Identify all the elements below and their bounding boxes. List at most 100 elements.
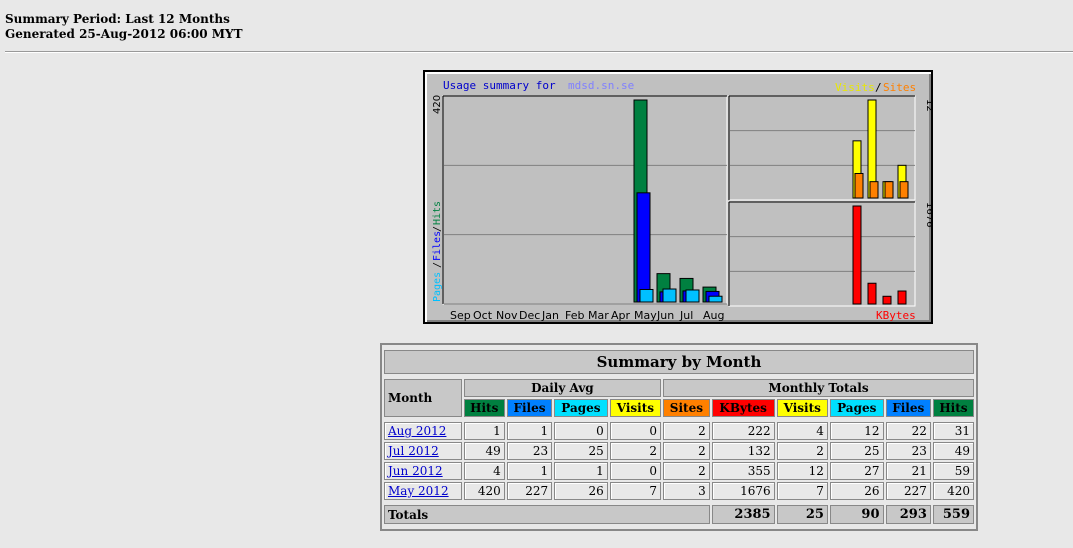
total-cell: 559 (932, 505, 974, 524)
value-cell: 7 (609, 482, 662, 500)
summary-period: Summary Period: Last 12 Months (5, 12, 230, 26)
files-bar (636, 192, 651, 303)
value-cell: 0 (554, 422, 608, 440)
value-cell: 49 (463, 442, 505, 460)
value-cell: 25 (554, 442, 608, 460)
value-cell: 2 (609, 442, 662, 460)
value-cell: 355 (711, 462, 775, 480)
value-cell: 12 (776, 462, 828, 480)
sites-bar (884, 181, 894, 199)
kbytes-bar (897, 290, 907, 305)
month-label: Sep (450, 309, 471, 322)
month-cell: Jun 2012 (384, 462, 462, 480)
totals-label: Totals (384, 505, 710, 524)
month-label: Dec (519, 309, 540, 322)
value-cell: 7 (776, 482, 828, 500)
table-row: Aug 2012 1 1 0 0 2 222 4 12 22 31 (384, 422, 974, 440)
kbytes-bar (882, 295, 892, 305)
value-cell: 26 (829, 482, 884, 500)
value-cell: 2 (663, 422, 710, 440)
value-cell: 1 (506, 422, 553, 440)
total-cell: 25 (776, 505, 828, 524)
left-label-hits: Hits (432, 201, 443, 225)
col-header-hits-9: Hits (932, 399, 974, 417)
value-cell: 1 (506, 462, 553, 480)
daily-avg-header: Daily Avg (463, 379, 662, 397)
legend-sep: / (875, 81, 882, 94)
pages-bar (662, 288, 677, 303)
col-header-sites-4: Sites (663, 399, 710, 417)
month-link[interactable]: Jun 2012 (388, 464, 443, 478)
summary-by-month-table: Summary by Month Month Daily Avg Monthly… (380, 343, 978, 531)
value-cell: 23 (885, 442, 931, 460)
legend-sites: Sites (883, 81, 916, 94)
value-cell: 22 (885, 422, 931, 440)
value-cell: 25 (829, 442, 884, 460)
kbytes-label: KBytes (876, 309, 916, 322)
value-cell: 3 (663, 482, 710, 500)
month-link[interactable]: Jul 2012 (388, 444, 439, 458)
value-cell: 2 (663, 442, 710, 460)
value-cell: 4 (776, 422, 828, 440)
value-cell: 1 (554, 462, 608, 480)
total-cell: 293 (885, 505, 931, 524)
value-cell: 0 (609, 422, 662, 440)
right-top-axis-max-label: 12 (924, 99, 931, 112)
col-header-pages-2: Pages (554, 399, 608, 417)
value-cell: 59 (932, 462, 974, 480)
right-bottom-axis-max-label: 1676 (924, 202, 931, 227)
col-header-hits-0: Hits (463, 399, 505, 417)
month-link[interactable]: May 2012 (388, 484, 449, 498)
month-label: Oct (473, 309, 493, 322)
col-header-visits-3: Visits (609, 399, 662, 417)
month-header: Month (384, 379, 462, 417)
generated-date: Generated 25-Aug-2012 06:00 MYT (5, 27, 243, 41)
total-cell: 90 (829, 505, 884, 524)
chart-title: Usage summary for (443, 79, 556, 92)
value-cell: 26 (554, 482, 608, 500)
month-link[interactable]: Aug 2012 (388, 424, 446, 438)
usage-chart: Usage summary for mdsd.sn.se Visits / Sites 4… (423, 70, 933, 324)
left-axis-max-label: 420 (432, 95, 443, 114)
value-cell: 0 (609, 462, 662, 480)
chart-site-name: mdsd.sn.se (568, 79, 634, 92)
table-row: Jun 2012 4 1 1 0 2 355 12 27 21 59 (384, 462, 974, 480)
month-label: Nov (496, 309, 518, 322)
value-cell: 132 (711, 442, 775, 460)
value-cell: 227 (885, 482, 931, 500)
kbytes-panel (728, 201, 916, 307)
value-cell: 1 (463, 422, 505, 440)
value-cell: 31 (932, 422, 974, 440)
value-cell: 222 (711, 422, 775, 440)
value-cell: 23 (506, 442, 553, 460)
monthly-totals-header: Monthly Totals (663, 379, 974, 397)
left-label-files: Files (432, 231, 443, 261)
pages-bar (685, 289, 700, 303)
divider (5, 51, 1073, 53)
month-label: Jan (541, 309, 559, 322)
col-header-kbytes-5: KBytes (711, 399, 775, 417)
month-cell: May 2012 (384, 482, 462, 500)
pages-bar (639, 288, 654, 303)
value-cell: 420 (463, 482, 505, 500)
value-cell: 2 (663, 462, 710, 480)
value-cell: 4 (463, 462, 505, 480)
usage-chart-svg: Usage summary for mdsd.sn.se Visits / Sites4… (432, 79, 931, 322)
left-label-sep: / (432, 262, 443, 268)
month-cell: Jul 2012 (384, 442, 462, 460)
month-label: Mar (588, 309, 609, 322)
sites-bar (899, 181, 909, 199)
col-header-files-8: Files (885, 399, 931, 417)
value-cell: 27 (829, 462, 884, 480)
report-header: Summary Period: Last 12 Months Generated… (5, 12, 243, 42)
value-cell: 12 (829, 422, 884, 440)
sites-bar (869, 181, 879, 199)
left-label-sep: / (432, 226, 443, 232)
month-label: Aug (703, 309, 724, 322)
value-cell: 1676 (711, 482, 775, 500)
value-cell: 21 (885, 462, 931, 480)
hits-panel (442, 95, 728, 305)
table-title: Summary by Month (384, 350, 974, 374)
month-label: Feb (565, 309, 584, 322)
value-cell: 49 (932, 442, 974, 460)
